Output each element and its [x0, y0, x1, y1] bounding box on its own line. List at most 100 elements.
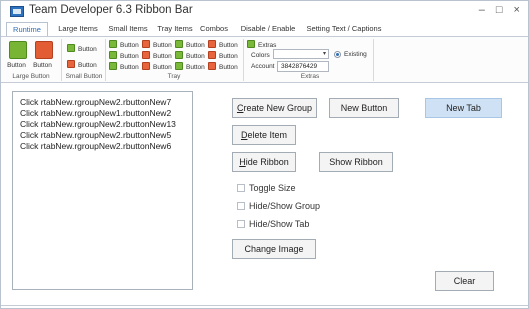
account-field[interactable]: 3842876429 [277, 61, 329, 72]
green-square-icon [9, 41, 27, 59]
checkbox-label: Hide/Show Tab [249, 219, 310, 229]
hide-ribbon-button[interactable]: Hide Ribbon [232, 152, 296, 172]
tray-button-label: Button [186, 42, 205, 49]
tray-button[interactable]: Button [142, 51, 172, 61]
list-item[interactable]: Click rtabNew.rgroupNew1.rbuttonNew2 [20, 108, 192, 119]
tray-button[interactable]: Button [175, 62, 205, 72]
checkbox-box[interactable] [237, 202, 245, 210]
tab-combos[interactable]: Combos [197, 22, 231, 36]
button-label-post: ide Ribbon [245, 157, 289, 167]
green-square-icon [175, 62, 183, 70]
account-label: Account [251, 63, 275, 70]
tray-button[interactable]: Button [175, 51, 205, 61]
change-image-button[interactable]: Change Image [232, 239, 316, 259]
tray-button-label: Button [120, 53, 139, 60]
ribbon-separator [373, 39, 374, 81]
button-label-post: elete Item [247, 130, 288, 140]
tray-button[interactable]: Button [208, 40, 238, 50]
group-label-tray: Tray [167, 73, 181, 80]
green-square-icon [67, 44, 75, 52]
list-item[interactable]: Click rtabNew.rgroupNew2.rbuttonNew13 [20, 119, 192, 130]
create-new-group-button[interactable]: Create New Group [232, 98, 317, 118]
delete-item-button[interactable]: Delete Item [232, 125, 296, 145]
orange-search-icon [142, 62, 150, 70]
group-label-large: Large Button [12, 73, 50, 80]
tab-large-items[interactable]: Large Items [53, 22, 103, 36]
green-square-icon [247, 40, 255, 48]
app-window: Team Developer 6.3 Ribbon Bar – □ × Runt… [0, 0, 529, 309]
chevron-down-icon: ▾ [322, 51, 326, 57]
tray-button-label: Button [219, 42, 238, 49]
tray-button-label: Button [219, 53, 238, 60]
ribbon-panel: Button Button Large Button Button Button… [1, 36, 528, 83]
large-button-1-label: Button [7, 62, 26, 69]
green-square-icon [109, 62, 117, 70]
tab-disable-enable[interactable]: Disable / Enable [235, 22, 301, 36]
tray-button[interactable]: Button [142, 62, 172, 72]
tray-button-label: Button [153, 64, 172, 71]
extras-button[interactable]: Extras [247, 40, 276, 50]
group-label-small: Small Button [65, 73, 103, 80]
tray-button[interactable]: Button [175, 40, 205, 50]
hide-show-tab-checkbox[interactable]: Hide/Show Tab [237, 219, 309, 229]
small-button-2[interactable]: Button [67, 60, 97, 70]
tray-button-label: Button [219, 64, 238, 71]
ribbon-tabs: Runtime Large Items Small Items Tray Ite… [1, 22, 528, 36]
green-square-icon [175, 40, 183, 48]
green-square-icon [109, 40, 117, 48]
new-tab-button[interactable]: New Tab [425, 98, 502, 118]
tray-button[interactable]: Button [208, 51, 238, 61]
tray-button-label: Button [153, 53, 172, 60]
new-button-button[interactable]: New Button [329, 98, 399, 118]
colors-combobox[interactable]: ▾ [273, 49, 329, 59]
tray-button[interactable]: Button [109, 62, 139, 72]
window-controls[interactable]: – □ × [479, 4, 524, 16]
show-ribbon-button[interactable]: Show Ribbon [319, 152, 393, 172]
checkbox-label: Toggle Size [249, 183, 296, 193]
event-log-list[interactable]: Click rtabNew.rgroupNew2.rbuttonNew7 Cli… [12, 91, 193, 290]
large-button-2-label: Button [33, 62, 52, 69]
orange-search-icon [208, 51, 216, 59]
tray-button-label: Button [153, 42, 172, 49]
ribbon-separator [61, 39, 62, 81]
orange-search-icon [67, 60, 75, 68]
small-button-1[interactable]: Button [67, 44, 97, 54]
existing-radio-label: Existing [344, 51, 367, 58]
large-button-2[interactable]: Button [33, 41, 55, 69]
tray-button[interactable]: Button [109, 51, 139, 61]
clear-button[interactable]: Clear [435, 271, 494, 291]
tray-button-label: Button [186, 53, 205, 60]
button-label-post: reate New Group [243, 103, 313, 113]
app-icon [10, 6, 24, 17]
tray-button-label: Button [120, 64, 139, 71]
tab-small-items[interactable]: Small Items [105, 22, 151, 36]
tray-button-label: Button [120, 42, 139, 49]
extras-button-label: Extras [258, 42, 277, 49]
tray-button[interactable]: Button [208, 62, 238, 72]
window-title: Team Developer 6.3 Ribbon Bar [29, 4, 193, 16]
small-button-1-label: Button [78, 46, 97, 53]
toggle-size-checkbox[interactable]: Toggle Size [237, 183, 296, 193]
orange-search-icon [142, 51, 150, 59]
small-button-2-label: Button [78, 62, 97, 69]
green-square-icon [109, 51, 117, 59]
large-button-1[interactable]: Button [7, 41, 29, 69]
tab-setting-text-captions[interactable]: Setting Text / Captions [303, 22, 385, 36]
group-label-extras: Extras [300, 73, 320, 80]
list-item[interactable]: Click rtabNew.rgroupNew2.rbuttonNew7 [20, 97, 192, 108]
green-square-icon [175, 51, 183, 59]
colors-label: Colors [251, 52, 270, 59]
hide-show-group-checkbox[interactable]: Hide/Show Group [237, 201, 320, 211]
tab-tray-items[interactable]: Tray Items [155, 22, 195, 36]
tab-runtime[interactable]: Runtime [6, 22, 48, 36]
tray-button[interactable]: Button [142, 40, 172, 50]
title-bar: Team Developer 6.3 Ribbon Bar – □ × [1, 1, 528, 21]
tray-button[interactable]: Button [109, 40, 139, 50]
checkbox-box[interactable] [237, 184, 245, 192]
orange-search-icon [35, 41, 53, 59]
list-item[interactable]: Click rtabNew.rgroupNew2.rbuttonNew5 [20, 130, 192, 141]
existing-radio[interactable] [334, 51, 341, 58]
ribbon-separator [105, 39, 106, 81]
checkbox-box[interactable] [237, 220, 245, 228]
list-item[interactable]: Click rtabNew.rgroupNew2.rbuttonNew6 [20, 141, 192, 152]
